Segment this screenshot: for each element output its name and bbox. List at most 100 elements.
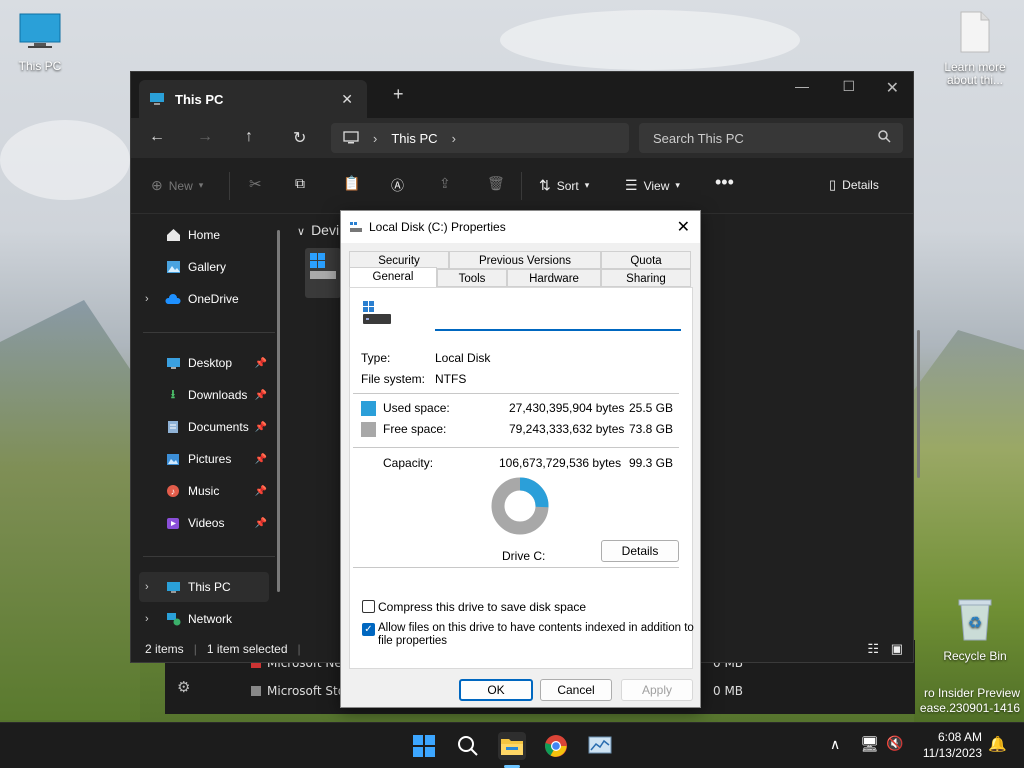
breadcrumb[interactable]: This PC: [391, 131, 437, 146]
sidebar-item-videos[interactable]: Videos 📌: [139, 508, 269, 538]
sidebar-item-network[interactable]: › Network: [139, 604, 269, 634]
sidebar-scrollbar[interactable]: [277, 230, 280, 592]
refresh-button[interactable]: ↻: [293, 128, 306, 148]
tab-tools[interactable]: Tools: [437, 269, 507, 287]
index-checkbox[interactable]: ✓: [362, 623, 375, 636]
back-button[interactable]: ←: [149, 128, 165, 146]
index-label-line: Allow files on this drive to have conten…: [378, 622, 694, 634]
share-icon[interactable]: ⇪: [439, 175, 451, 192]
details-view-icon[interactable]: ☷: [867, 641, 879, 657]
tab-previous-versions[interactable]: Previous Versions: [449, 251, 601, 269]
sidebar-item-pictures[interactable]: Pictures 📌: [139, 444, 269, 474]
tiles-view-icon[interactable]: ▣: [891, 641, 903, 657]
pin-icon[interactable]: 📌: [255, 390, 267, 401]
desktop-icon-label: Recycle Bin: [943, 649, 1007, 663]
delete-icon[interactable]: 🗑: [487, 175, 505, 192]
chevron-right-icon[interactable]: ›: [145, 581, 149, 593]
close-window-button[interactable]: ✕: [886, 78, 899, 98]
details-pane-button[interactable]: ▯ Details: [829, 177, 879, 193]
monitor-icon: [165, 579, 181, 595]
sidebar-item-label: This PC: [188, 580, 231, 594]
list-item[interactable]: Microsoft Sto: [251, 684, 345, 698]
new-button[interactable]: ⊕ New ▾: [151, 177, 203, 194]
free-space-gb: 73.8 GB: [628, 422, 673, 436]
desktop-icon-this-pc[interactable]: This PC: [0, 12, 80, 73]
desktop-icon-label: This PC: [18, 59, 62, 73]
performance-monitor-icon: [588, 736, 612, 754]
settings-icon[interactable]: ⚙: [177, 678, 190, 696]
sort-button[interactable]: ⇅ Sort ▾: [539, 177, 589, 194]
pin-icon[interactable]: 📌: [255, 358, 267, 369]
cancel-button[interactable]: Cancel: [540, 679, 612, 701]
capacity-bytes: 106,673,729,536 bytes: [499, 456, 622, 470]
search-input[interactable]: Search This PC: [639, 123, 903, 153]
close-icon[interactable]: ✕: [677, 217, 690, 237]
tab-hardware[interactable]: Hardware: [507, 269, 601, 287]
command-bar: ⊕ New ▾ ✂ ⧉ 📋 Ⓐ ⇪ 🗑 ⇅ Sort ▾ ☰ View ▾ ••…: [131, 158, 913, 214]
sidebar-item-desktop[interactable]: Desktop 📌: [139, 348, 269, 378]
ok-button[interactable]: OK: [459, 679, 533, 701]
task-manager-taskbar-button[interactable]: [586, 732, 614, 760]
sidebar-item-downloads[interactable]: ⭳ Downloads 📌: [139, 380, 269, 410]
pin-icon[interactable]: 📌: [255, 486, 267, 497]
sidebar-item-label: Home: [188, 228, 221, 242]
monitor-icon: [150, 93, 164, 105]
sidebar-item-home[interactable]: Home: [139, 220, 269, 250]
apply-button[interactable]: Apply: [621, 679, 693, 701]
sidebar-item-label: Gallery: [188, 260, 227, 274]
desktop-icon-learn-more[interactable]: Learn more about thi...: [935, 10, 1015, 87]
copy-icon[interactable]: ⧉: [295, 175, 305, 192]
drive-name-input[interactable]: [435, 309, 681, 331]
sidebar-item-music[interactable]: ♪ Music 📌: [139, 476, 269, 506]
tab-this-pc[interactable]: This PC ✕: [139, 80, 367, 118]
used-space-bytes: 27,430,395,904 bytes: [509, 401, 625, 415]
file-explorer-taskbar-button[interactable]: [498, 732, 526, 760]
sidebar-item-onedrive[interactable]: › OneDrive: [139, 284, 269, 314]
chevron-right-icon[interactable]: ›: [145, 293, 149, 305]
start-button[interactable]: [410, 732, 438, 760]
network-status-icon[interactable]: 🖥: [860, 735, 879, 753]
system-clock[interactable]: 6:08 AM 11/13/2023: [923, 729, 982, 761]
paste-icon[interactable]: 📋: [343, 175, 360, 192]
details-button[interactable]: Details: [601, 540, 679, 562]
new-tab-button[interactable]: +: [393, 84, 404, 105]
forward-button[interactable]: →: [197, 128, 213, 146]
volume-muted-icon[interactable]: 🔇: [886, 735, 903, 752]
sidebar-item-this-pc[interactable]: › This PC: [139, 572, 269, 602]
chevron-right-icon[interactable]: ›: [145, 613, 149, 625]
tab-quota[interactable]: Quota: [601, 251, 691, 269]
pin-icon[interactable]: 📌: [255, 518, 267, 529]
desktop-icon-recycle-bin[interactable]: ♻ Recycle Bin: [935, 596, 1015, 663]
show-hidden-icons-chevron-icon[interactable]: ∧: [830, 736, 840, 753]
sidebar-item-documents[interactable]: Documents 📌: [139, 412, 269, 442]
chrome-taskbar-button[interactable]: [542, 732, 570, 760]
more-options-icon[interactable]: •••: [715, 172, 734, 193]
rename-icon[interactable]: Ⓐ: [391, 175, 404, 194]
view-button[interactable]: ☰ View ▾: [625, 177, 680, 194]
address-bar[interactable]: › This PC ›: [331, 123, 629, 153]
drive-c-tile[interactable]: [305, 248, 341, 298]
cut-icon[interactable]: ✂: [249, 175, 262, 193]
divider: [353, 567, 679, 568]
pin-icon[interactable]: 📌: [255, 422, 267, 433]
watermark-line: ease.230901-1416: [919, 701, 1020, 715]
content-scrollbar[interactable]: [917, 330, 920, 478]
chevron-right-icon[interactable]: ›: [452, 131, 456, 146]
section-header-devices[interactable]: ∨ Devi: [297, 222, 339, 238]
tab-general[interactable]: General: [349, 267, 437, 287]
maximize-button[interactable]: ☐: [842, 78, 855, 95]
free-space-label: Free space:: [383, 422, 447, 436]
close-tab-icon[interactable]: ✕: [341, 91, 353, 108]
pin-icon[interactable]: 📌: [255, 454, 267, 465]
tab-sharing[interactable]: Sharing: [601, 269, 691, 287]
minimize-button[interactable]: —: [795, 78, 809, 94]
watermark-line: ro Insider Preview: [923, 686, 1020, 700]
search-button[interactable]: [454, 732, 482, 760]
sidebar-item-gallery[interactable]: Gallery: [139, 252, 269, 282]
compress-checkbox[interactable]: [362, 600, 375, 613]
search-icon: [878, 130, 891, 143]
up-button[interactable]: ↑: [245, 128, 253, 146]
notification-bell-icon[interactable]: 🔔: [988, 735, 1007, 753]
index-label-line: file properties: [378, 635, 448, 647]
gallery-icon: [165, 259, 181, 275]
